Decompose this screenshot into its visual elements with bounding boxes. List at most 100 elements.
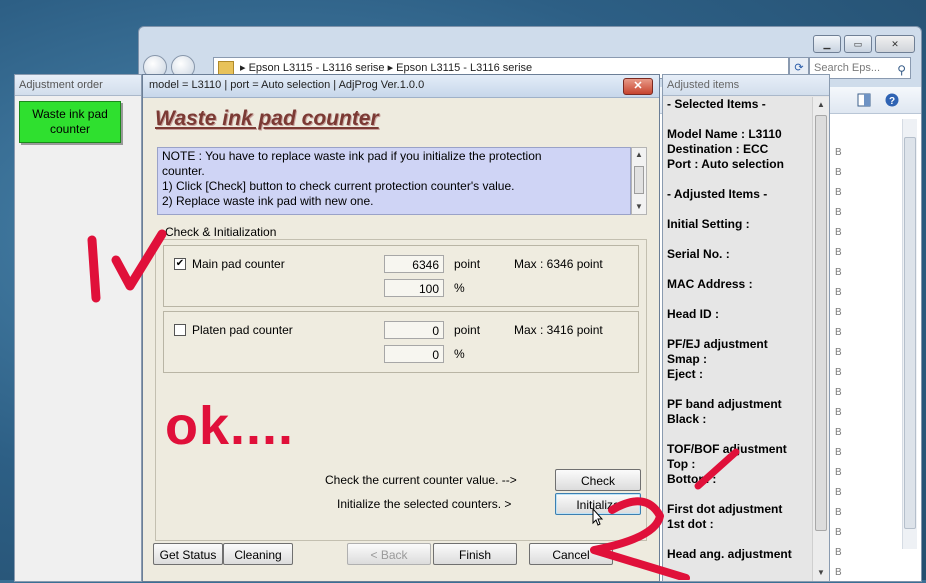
- file-size: B: [835, 267, 842, 278]
- main-pad-counter-box: ✔ Main pad counter 6346 point Max : 6346…: [163, 245, 639, 307]
- group-label: Check & Initialization: [163, 225, 279, 239]
- back-button[interactable]: < Back: [347, 543, 431, 565]
- adjusted-item-line: Head ang. adjustment: [667, 547, 792, 561]
- scroll-down-icon[interactable]: ▼: [632, 200, 646, 214]
- note-line: counter.: [162, 164, 205, 178]
- window-caption-buttons: ▁ ▭ ✕: [813, 35, 915, 53]
- main-pad-checkbox[interactable]: ✔: [174, 258, 186, 270]
- adjusted-item-line: - Selected Items -: [667, 97, 766, 111]
- check-prompt: Check the current counter value. -->: [325, 473, 517, 487]
- page-title: Waste ink pad counter: [155, 107, 379, 130]
- file-size: B: [835, 527, 842, 538]
- point-unit: point: [454, 323, 481, 337]
- adjusted-item-line: [667, 262, 811, 277]
- help-icon[interactable]: ?: [885, 93, 899, 107]
- preview-pane-icon[interactable]: [857, 93, 871, 107]
- panel-title: Adjusted items: [663, 75, 829, 96]
- adjusted-item-line: First dot adjustment: [667, 502, 783, 516]
- note-scrollbar[interactable]: ▲ ▼: [631, 147, 647, 215]
- file-size: B: [835, 307, 842, 318]
- svg-text:?: ?: [889, 96, 895, 107]
- note-line: NOTE : You have to replace waste ink pad…: [162, 149, 542, 163]
- minimize-button[interactable]: ▁: [813, 35, 841, 53]
- cleaning-button[interactable]: Cleaning: [223, 543, 293, 565]
- adjusted-item-line: Top :: [667, 457, 696, 471]
- percent-unit: %: [454, 281, 465, 295]
- initialize-prompt: Initialize the selected counters. >: [337, 497, 512, 511]
- maximize-button[interactable]: ▭: [844, 35, 872, 53]
- platen-pad-checkbox[interactable]: [174, 324, 186, 336]
- waste-ink-dialog: model = L3110 | port = Auto selection | …: [142, 74, 660, 582]
- adjusted-item-line: Eject :: [667, 367, 704, 381]
- adjusted-item-line: Black :: [667, 412, 707, 426]
- cancel-button[interactable]: Cancel: [529, 543, 613, 565]
- adjustment-order-panel: Adjustment order Waste ink pad counter: [14, 74, 142, 582]
- close-button[interactable]: ✕: [623, 78, 653, 95]
- scroll-thumb[interactable]: [634, 166, 644, 194]
- adjusted-item-line: [667, 382, 811, 397]
- file-size: B: [835, 367, 842, 378]
- search-icon: ⚲: [897, 63, 906, 77]
- file-size: B: [835, 227, 842, 238]
- adjusted-item-line: [667, 202, 811, 217]
- file-size: B: [835, 147, 842, 158]
- initialize-button[interactable]: Initialize: [555, 493, 641, 515]
- search-placeholder: Search Eps...: [814, 62, 881, 74]
- scroll-up-icon[interactable]: ▲: [813, 97, 829, 113]
- adjusted-item-line: [667, 487, 811, 502]
- adjusted-item-line: [667, 427, 811, 442]
- note-line: 2) Replace waste ink pad with new one.: [162, 194, 374, 208]
- adjusted-items-list: - Selected Items - Model Name : L3110 Des…: [667, 97, 811, 581]
- file-size: B: [835, 507, 842, 518]
- platen-pad-counter-box: Platen pad counter 0 point Max : 3416 po…: [163, 311, 639, 373]
- scroll-down-icon[interactable]: ▼: [813, 565, 829, 581]
- adjusted-item-line: Bottom :: [667, 472, 717, 486]
- file-size: B: [835, 467, 842, 478]
- file-size: B: [835, 287, 842, 298]
- adjusted-item-line: [667, 532, 811, 547]
- ok-annotation-text: ok....: [165, 396, 295, 456]
- adjusted-item-line: Initial Setting :: [667, 217, 750, 231]
- adjusted-item-line: - Adjusted Items -: [667, 187, 768, 201]
- scroll-up-icon[interactable]: ▲: [632, 148, 646, 162]
- address-path: ▸ Epson L3115 - L3116 serise ▸ Epson L31…: [240, 62, 533, 74]
- file-size: B: [835, 347, 842, 358]
- finish-button[interactable]: Finish: [433, 543, 517, 565]
- platen-pad-label: Platen pad counter: [192, 323, 293, 337]
- adjusted-item-line: [667, 292, 811, 307]
- dialog-title: model = L3110 | port = Auto selection | …: [149, 79, 425, 91]
- items-scrollbar[interactable]: ▲ ▼: [812, 97, 829, 581]
- close-button[interactable]: ✕: [875, 35, 915, 53]
- note-line: 1) Click [Check] button to check current…: [162, 179, 515, 193]
- adjusted-items-panel: Adjusted items - Selected Items - Model …: [662, 74, 830, 582]
- adjusted-item-line: 1st dot :: [667, 517, 714, 531]
- platen-pad-point-value: 0: [384, 321, 444, 339]
- file-size: B: [835, 327, 842, 338]
- get-status-button[interactable]: Get Status: [153, 543, 223, 565]
- file-size: B: [835, 387, 842, 398]
- main-pad-label: Main pad counter: [192, 257, 285, 271]
- adjusted-item-line: TOF/BOF adjustment: [667, 442, 787, 456]
- file-size: B: [835, 247, 842, 258]
- adjusted-item-line: Model Name : L3110: [667, 127, 782, 141]
- point-unit: point: [454, 257, 481, 271]
- adjusted-item-line: PF band adjustment: [667, 397, 782, 411]
- main-pad-max: Max : 6346 point: [514, 257, 603, 271]
- file-size: B: [835, 207, 842, 218]
- adjusted-item-line: Serial No. :: [667, 247, 730, 261]
- adjusted-item-line: MAC Address :: [667, 277, 753, 291]
- platen-pad-percent-value: 0: [384, 345, 444, 363]
- file-size: B: [835, 427, 842, 438]
- file-size-column: B B B B B B B B B B B B B B B B B B B B …: [835, 143, 849, 583]
- adjusted-item-line: Smap :: [667, 352, 708, 366]
- check-button[interactable]: Check: [555, 469, 641, 491]
- adjusted-item-line: Head ID :: [667, 307, 720, 321]
- dialog-titlebar: model = L3110 | port = Auto selection | …: [143, 75, 659, 98]
- scroll-thumb[interactable]: [904, 137, 916, 529]
- percent-unit: %: [454, 347, 465, 361]
- scroll-thumb[interactable]: [815, 115, 827, 531]
- file-size: B: [835, 187, 842, 198]
- file-size: B: [835, 447, 842, 458]
- waste-ink-pad-counter-button[interactable]: Waste ink pad counter: [19, 101, 121, 143]
- explorer-scrollbar[interactable]: [902, 119, 917, 549]
